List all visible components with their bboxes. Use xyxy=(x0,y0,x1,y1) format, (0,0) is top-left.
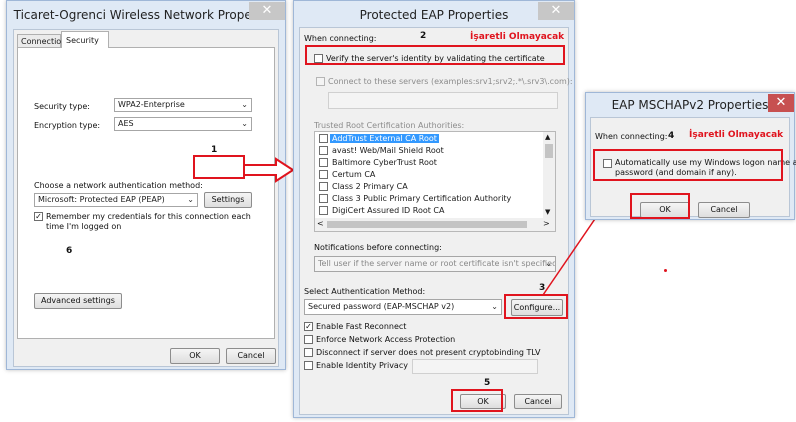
chevron-down-icon: ⌄ xyxy=(241,119,248,128)
close-icon[interactable]: ✕ xyxy=(768,94,794,112)
scroll-h-thumb[interactable] xyxy=(327,221,527,228)
chevron-down-icon: ⌄ xyxy=(187,195,194,204)
ca-list[interactable]: AddTrust External CA Root avast! Web/Mai… xyxy=(314,131,556,232)
ok-highlight xyxy=(630,193,690,219)
encryption-type-value: AES xyxy=(118,119,134,128)
remember-credentials-checkbox[interactable]: ✓ xyxy=(34,212,43,221)
ca-name: DigiCert Assured ID Root CA xyxy=(332,206,445,215)
connect-servers-checkbox[interactable] xyxy=(316,77,325,86)
ca-checkbox[interactable] xyxy=(319,182,328,191)
security-type-select[interactable]: WPA2-Enterprise ⌄ xyxy=(114,98,252,112)
tab-security[interactable]: Security xyxy=(61,31,109,48)
security-type-label: Security type: xyxy=(34,102,90,111)
identity-privacy-checkbox[interactable] xyxy=(304,361,313,370)
settings-button[interactable]: Settings xyxy=(204,192,252,208)
ok-highlight xyxy=(451,389,503,412)
red-dot xyxy=(664,269,667,272)
ca-checkbox[interactable] xyxy=(319,194,328,203)
remember-credentials-line2: time I'm logged on xyxy=(46,222,122,231)
notifications-label: Notifications before connecting: xyxy=(314,243,442,252)
chevron-down-icon: ⌄ xyxy=(491,302,498,311)
list-item[interactable]: Class 3 Public Primary Certification Aut… xyxy=(317,193,542,204)
disconnect-tlv-checkbox[interactable] xyxy=(304,348,313,357)
when-connecting-label: When connecting: xyxy=(304,34,377,43)
list-item[interactable]: Class 2 Primary CA xyxy=(317,181,542,192)
notifications-select[interactable]: Tell user if the server name or root cer… xyxy=(314,256,556,272)
auth-method-label: Choose a network authentication method: xyxy=(34,181,203,190)
verify-identity-highlight xyxy=(305,45,565,65)
mschap-properties-title: EAP MSCHAPv2 Properties xyxy=(586,93,794,117)
peap-properties-client: When connecting: Verify the server's ide… xyxy=(299,27,573,415)
wireless-properties-client: Connection Security Security type: WPA2-… xyxy=(13,29,279,367)
horizontal-scrollbar[interactable]: < > xyxy=(315,218,555,231)
tab-panel: Security type: WPA2-Enterprise ⌄ Encrypti… xyxy=(17,47,275,339)
auth-method-select[interactable]: Microsoft: Protected EAP (PEAP) ⌄ xyxy=(34,193,198,207)
ca-checkbox[interactable] xyxy=(319,146,328,155)
step-6-number: 6 xyxy=(66,246,73,256)
scroll-up-icon[interactable]: ▲ xyxy=(545,133,550,141)
advanced-settings-button[interactable]: Advanced settings xyxy=(34,293,122,309)
scroll-thumb[interactable] xyxy=(545,144,553,158)
settings-highlight xyxy=(193,155,245,179)
ca-checkbox[interactable] xyxy=(319,158,328,167)
identity-input[interactable] xyxy=(412,359,538,374)
list-item[interactable]: Certum CA xyxy=(317,169,542,180)
arrow-icon xyxy=(243,157,295,183)
cancel-button[interactable]: Cancel xyxy=(698,202,750,218)
nap-label: Enforce Network Access Protection xyxy=(316,335,456,344)
encryption-type-select[interactable]: AES ⌄ xyxy=(114,117,252,131)
ca-name: Class 3 Public Primary Certification Aut… xyxy=(332,194,512,203)
tab-connection[interactable]: Connection xyxy=(17,34,66,48)
nap-checkbox[interactable] xyxy=(304,335,313,344)
ca-checkbox[interactable] xyxy=(319,170,328,179)
remember-credentials-line1: Remember my credentials for this connect… xyxy=(46,212,251,221)
step-5-number: 5 xyxy=(484,378,491,388)
cancel-button[interactable]: Cancel xyxy=(226,348,276,364)
ca-checkbox[interactable] xyxy=(319,206,328,215)
peap-properties-title: Protected EAP Properties xyxy=(294,1,574,29)
notifications-value: Tell user if the server name or root cer… xyxy=(318,259,556,268)
auth-method-value: Microsoft: Protected EAP (PEAP) xyxy=(38,195,165,204)
scroll-left-icon[interactable]: < xyxy=(317,219,324,228)
fast-reconnect-checkbox[interactable]: ✓ xyxy=(304,322,313,331)
wireless-properties-window: Ticaret-Ogrenci Wireless Network Propert… xyxy=(6,0,286,370)
not-checked-note-4: İşaretli Olmayacak xyxy=(689,130,784,140)
auth-method-value: Secured password (EAP-MSCHAP v2) xyxy=(308,302,455,311)
step-4-number: 4 xyxy=(668,131,675,141)
step-2-number: 2 xyxy=(420,31,427,41)
when-connecting-label: When connecting: xyxy=(595,132,668,141)
chevron-down-icon: ⌄ xyxy=(241,100,248,109)
servers-input[interactable] xyxy=(328,92,558,109)
ca-name: avast! Web/Mail Shield Root xyxy=(332,146,444,155)
ca-name: Baltimore CyberTrust Root xyxy=(332,158,437,167)
ca-name: Certum CA xyxy=(332,170,376,179)
ca-name: AddTrust External CA Root xyxy=(330,134,439,143)
ok-button[interactable]: OK xyxy=(170,348,220,364)
not-checked-note-2: İşaretli Olmayacak xyxy=(470,32,565,42)
select-auth-label: Select Authentication Method: xyxy=(304,287,426,296)
wireless-properties-title: Ticaret-Ogrenci Wireless Network Propert… xyxy=(7,1,285,29)
list-item[interactable]: DigiCert Assured ID Root CA xyxy=(317,205,542,216)
ca-name: Class 2 Primary CA xyxy=(332,182,408,191)
auth-method-select[interactable]: Secured password (EAP-MSCHAP v2) ⌄ xyxy=(304,299,502,315)
cancel-button[interactable]: Cancel xyxy=(514,394,562,409)
list-item[interactable]: AddTrust External CA Root xyxy=(317,133,542,144)
trusted-root-label: Trusted Root Certification Authorities: xyxy=(314,121,465,130)
security-type-value: WPA2-Enterprise xyxy=(118,100,185,109)
identity-privacy-label: Enable Identity Privacy xyxy=(316,361,408,370)
close-icon[interactable]: ✕ xyxy=(249,2,285,20)
auto-logon-highlight xyxy=(593,149,783,181)
step-1-number: 1 xyxy=(211,145,218,155)
disconnect-tlv-label: Disconnect if server does not present cr… xyxy=(316,348,541,357)
fast-reconnect-label: Enable Fast Reconnect xyxy=(316,322,407,331)
ca-checkbox[interactable] xyxy=(319,134,328,143)
close-icon[interactable]: ✕ xyxy=(538,2,574,20)
list-item[interactable]: avast! Web/Mail Shield Root xyxy=(317,145,542,156)
connect-servers-label: Connect to these servers (examples:srv1;… xyxy=(328,77,573,86)
encryption-type-label: Encryption type: xyxy=(34,121,101,130)
list-item[interactable]: Baltimore CyberTrust Root xyxy=(317,157,542,168)
